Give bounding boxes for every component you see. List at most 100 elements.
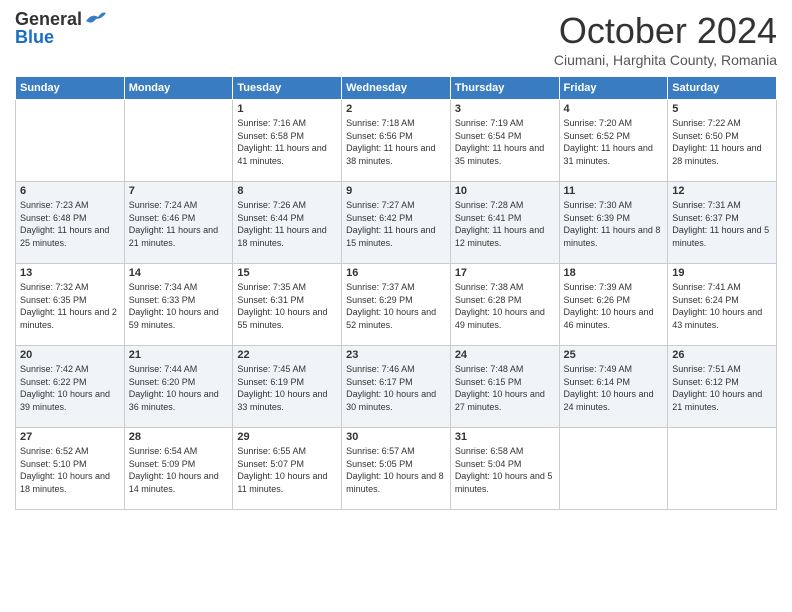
logo-bird-icon	[84, 11, 106, 27]
day-info: Sunrise: 7:20 AM Sunset: 6:52 PM Dayligh…	[564, 117, 664, 167]
calendar-cell	[124, 100, 233, 182]
calendar-cell: 4Sunrise: 7:20 AM Sunset: 6:52 PM Daylig…	[559, 100, 668, 182]
col-thursday: Thursday	[450, 77, 559, 100]
calendar-cell: 30Sunrise: 6:57 AM Sunset: 5:05 PM Dayli…	[342, 428, 451, 510]
day-number: 5	[672, 103, 772, 115]
day-number: 29	[237, 431, 337, 443]
day-number: 22	[237, 349, 337, 361]
calendar-cell: 20 Sunrise: 7:42 AM Sunset: 6:22 PM Dayli…	[16, 346, 125, 428]
day-number: 15	[237, 267, 337, 279]
day-number: 11	[564, 185, 664, 197]
day-number: 28	[129, 431, 229, 443]
calendar-cell: 29Sunrise: 6:55 AM Sunset: 5:07 PM Dayli…	[233, 428, 342, 510]
calendar-cell: 7Sunrise: 7:24 AM Sunset: 6:46 PM Daylig…	[124, 182, 233, 264]
col-saturday: Saturday	[668, 77, 777, 100]
calendar-page: General Blue October 2024 Ciumani, Hargh…	[0, 0, 792, 612]
calendar-week-3: 13Sunrise: 7:32 AM Sunset: 6:35 PM Dayli…	[16, 264, 777, 346]
day-number: 24	[455, 349, 555, 361]
calendar-cell: 12Sunrise: 7:31 AM Sunset: 6:37 PM Dayli…	[668, 182, 777, 264]
col-tuesday: Tuesday	[233, 77, 342, 100]
day-number: 6	[20, 185, 120, 197]
calendar-cell: 18Sunrise: 7:39 AM Sunset: 6:26 PM Dayli…	[559, 264, 668, 346]
day-info: Sunrise: 7:38 AM Sunset: 6:28 PM Dayligh…	[455, 281, 555, 331]
day-info: Sunrise: 7:30 AM Sunset: 6:39 PM Dayligh…	[564, 199, 664, 249]
day-number: 20	[20, 349, 120, 361]
calendar-week-4: 20 Sunrise: 7:42 AM Sunset: 6:22 PM Dayli…	[16, 346, 777, 428]
day-info: Sunrise: 7:27 AM Sunset: 6:42 PM Dayligh…	[346, 199, 446, 249]
day-number: 31	[455, 431, 555, 443]
calendar-header: Sunday Monday Tuesday Wednesday Thursday…	[16, 77, 777, 100]
month-title: October 2024	[554, 10, 777, 52]
day-info: Sunrise: 7:16 AM Sunset: 6:58 PM Dayligh…	[237, 117, 337, 167]
day-info: Sunrise: 7:49 AM Sunset: 6:14 PM Dayligh…	[564, 363, 664, 413]
day-number: 25	[564, 349, 664, 361]
day-info: Sunrise: 7:32 AM Sunset: 6:35 PM Dayligh…	[20, 281, 120, 331]
col-wednesday: Wednesday	[342, 77, 451, 100]
calendar-week-5: 27Sunrise: 6:52 AM Sunset: 5:10 PM Dayli…	[16, 428, 777, 510]
day-number: 8	[237, 185, 337, 197]
day-info: Sunrise: 7:23 AM Sunset: 6:48 PM Dayligh…	[20, 199, 120, 249]
day-number: 21	[129, 349, 229, 361]
calendar-cell: 9 Sunrise: 7:27 AM Sunset: 6:42 PM Daylig…	[342, 182, 451, 264]
calendar-cell: 24Sunrise: 7:48 AM Sunset: 6:15 PM Dayli…	[450, 346, 559, 428]
calendar-cell: 11 Sunrise: 7:30 AM Sunset: 6:39 PM Dayli…	[559, 182, 668, 264]
day-info: Sunrise: 7:42 AM Sunset: 6:22 PM Dayligh…	[20, 363, 120, 413]
calendar-cell: 25 Sunrise: 7:49 AM Sunset: 6:14 PM Dayli…	[559, 346, 668, 428]
day-number: 17	[455, 267, 555, 279]
calendar-cell	[668, 428, 777, 510]
logo: General Blue	[15, 10, 106, 46]
day-info: Sunrise: 7:45 AM Sunset: 6:19 PM Dayligh…	[237, 363, 337, 413]
day-info: Sunrise: 7:37 AM Sunset: 6:29 PM Dayligh…	[346, 281, 446, 331]
day-info: Sunrise: 6:58 AM Sunset: 5:04 PM Dayligh…	[455, 445, 555, 495]
calendar-cell: 8 Sunrise: 7:26 AM Sunset: 6:44 PM Daylig…	[233, 182, 342, 264]
calendar-week-1: 1 Sunrise: 7:16 AM Sunset: 6:58 PM Daylig…	[16, 100, 777, 182]
calendar-cell: 26Sunrise: 7:51 AM Sunset: 6:12 PM Dayli…	[668, 346, 777, 428]
calendar-body: 1 Sunrise: 7:16 AM Sunset: 6:58 PM Daylig…	[16, 100, 777, 510]
day-info: Sunrise: 7:39 AM Sunset: 6:26 PM Dayligh…	[564, 281, 664, 331]
day-info: Sunrise: 7:46 AM Sunset: 6:17 PM Dayligh…	[346, 363, 446, 413]
day-number: 30	[346, 431, 446, 443]
day-info: Sunrise: 7:22 AM Sunset: 6:50 PM Dayligh…	[672, 117, 772, 167]
day-number: 10	[455, 185, 555, 197]
calendar-cell: 2 Sunrise: 7:18 AM Sunset: 6:56 PM Daylig…	[342, 100, 451, 182]
day-number: 9	[346, 185, 446, 197]
day-number: 27	[20, 431, 120, 443]
calendar-week-2: 6 Sunrise: 7:23 AM Sunset: 6:48 PM Daylig…	[16, 182, 777, 264]
day-number: 14	[129, 267, 229, 279]
day-info: Sunrise: 7:35 AM Sunset: 6:31 PM Dayligh…	[237, 281, 337, 331]
col-sunday: Sunday	[16, 77, 125, 100]
day-number: 1	[237, 103, 337, 115]
calendar-table: Sunday Monday Tuesday Wednesday Thursday…	[15, 76, 777, 510]
calendar-cell: 3Sunrise: 7:19 AM Sunset: 6:54 PM Daylig…	[450, 100, 559, 182]
subtitle: Ciumani, Harghita County, Romania	[554, 52, 777, 68]
calendar-cell	[16, 100, 125, 182]
calendar-cell: 17 Sunrise: 7:38 AM Sunset: 6:28 PM Dayli…	[450, 264, 559, 346]
day-info: Sunrise: 7:28 AM Sunset: 6:41 PM Dayligh…	[455, 199, 555, 249]
day-info: Sunrise: 7:18 AM Sunset: 6:56 PM Dayligh…	[346, 117, 446, 167]
calendar-cell: 15 Sunrise: 7:35 AM Sunset: 6:31 PM Dayli…	[233, 264, 342, 346]
calendar-cell: 10 Sunrise: 7:28 AM Sunset: 6:41 PM Dayli…	[450, 182, 559, 264]
day-info: Sunrise: 7:34 AM Sunset: 6:33 PM Dayligh…	[129, 281, 229, 331]
calendar-cell: 27Sunrise: 6:52 AM Sunset: 5:10 PM Dayli…	[16, 428, 125, 510]
title-block: October 2024 Ciumani, Harghita County, R…	[554, 10, 777, 68]
calendar-cell: 5 Sunrise: 7:22 AM Sunset: 6:50 PM Daylig…	[668, 100, 777, 182]
day-number: 26	[672, 349, 772, 361]
day-number: 19	[672, 267, 772, 279]
day-number: 12	[672, 185, 772, 197]
calendar-cell: 23Sunrise: 7:46 AM Sunset: 6:17 PM Dayli…	[342, 346, 451, 428]
day-info: Sunrise: 7:41 AM Sunset: 6:24 PM Dayligh…	[672, 281, 772, 331]
day-number: 2	[346, 103, 446, 115]
calendar-cell: 28 Sunrise: 6:54 AM Sunset: 5:09 PM Dayli…	[124, 428, 233, 510]
calendar-cell: 1 Sunrise: 7:16 AM Sunset: 6:58 PM Daylig…	[233, 100, 342, 182]
calendar-cell: 31 Sunrise: 6:58 AM Sunset: 5:04 PM Dayli…	[450, 428, 559, 510]
calendar-cell: 21Sunrise: 7:44 AM Sunset: 6:20 PM Dayli…	[124, 346, 233, 428]
logo-text: General Blue	[15, 10, 82, 46]
day-info: Sunrise: 6:54 AM Sunset: 5:09 PM Dayligh…	[129, 445, 229, 495]
calendar-cell: 19 Sunrise: 7:41 AM Sunset: 6:24 PM Dayli…	[668, 264, 777, 346]
day-number: 16	[346, 267, 446, 279]
calendar-cell: 14 Sunrise: 7:34 AM Sunset: 6:33 PM Dayli…	[124, 264, 233, 346]
header-row: Sunday Monday Tuesday Wednesday Thursday…	[16, 77, 777, 100]
header: General Blue October 2024 Ciumani, Hargh…	[15, 10, 777, 68]
day-info: Sunrise: 7:26 AM Sunset: 6:44 PM Dayligh…	[237, 199, 337, 249]
logo-general: General	[15, 9, 82, 29]
